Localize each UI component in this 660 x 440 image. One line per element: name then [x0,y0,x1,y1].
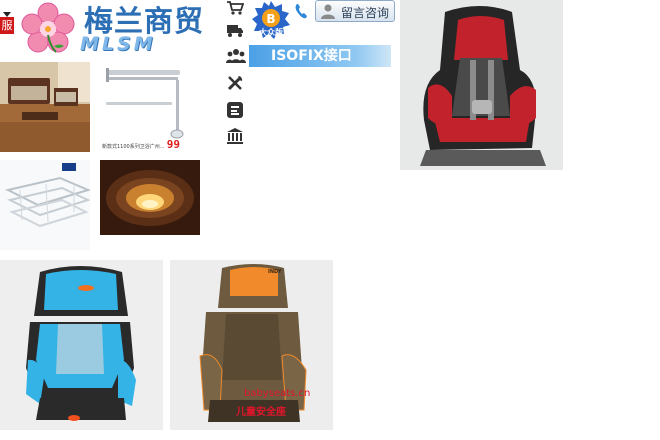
towel-rack-caption: 新款式1100系列卫浴广州... [102,144,165,150]
message-consult-label: 留言咨询 [341,6,390,20]
product-thumb-ceiling-lamp[interactable] [100,160,200,235]
product-thumb-towel-rack[interactable]: 新款式1100系列卫浴广州... 99 [100,62,190,152]
product-thumb-blue-booster-seat[interactable] [0,260,163,430]
product-thumb-red-car-seat[interactable] [400,0,563,170]
towel-rack-price: 99 [166,138,180,151]
product-thumb-brown-booster-seat[interactable]: INDY babyseats.cn 儿童安全座 [170,260,333,430]
service-tag[interactable]: 服务 [0,17,14,34]
product-thumb-sofa[interactable] [0,62,90,152]
category-banner-isofix[interactable]: ISOFIX接口 [249,45,391,67]
svg-text:B: B [266,12,275,26]
seat-brand-label: INDY [268,269,282,275]
bank-icon[interactable] [226,127,244,145]
truck-icon[interactable] [226,22,244,40]
tools-icon[interactable] [226,74,244,92]
product-thumb-drying-rack[interactable] [0,160,90,250]
phone-icon[interactable] [294,3,308,19]
blog-icon[interactable] [226,101,244,119]
badge-label: 大众版 [259,28,283,37]
cart-icon[interactable] [226,0,245,18]
plum-flower-logo[interactable] [20,2,76,54]
group-icon[interactable] [226,48,246,66]
message-consult-button[interactable]: 留言咨询 [315,0,395,22]
user-icon [320,3,336,19]
logo-english-name: MLSM [80,33,156,55]
watermark-site: babyseats.cn [244,388,311,399]
watermark-cn: 儿童安全座 [236,407,286,418]
dropdown-arrow-icon[interactable] [3,3,11,17]
